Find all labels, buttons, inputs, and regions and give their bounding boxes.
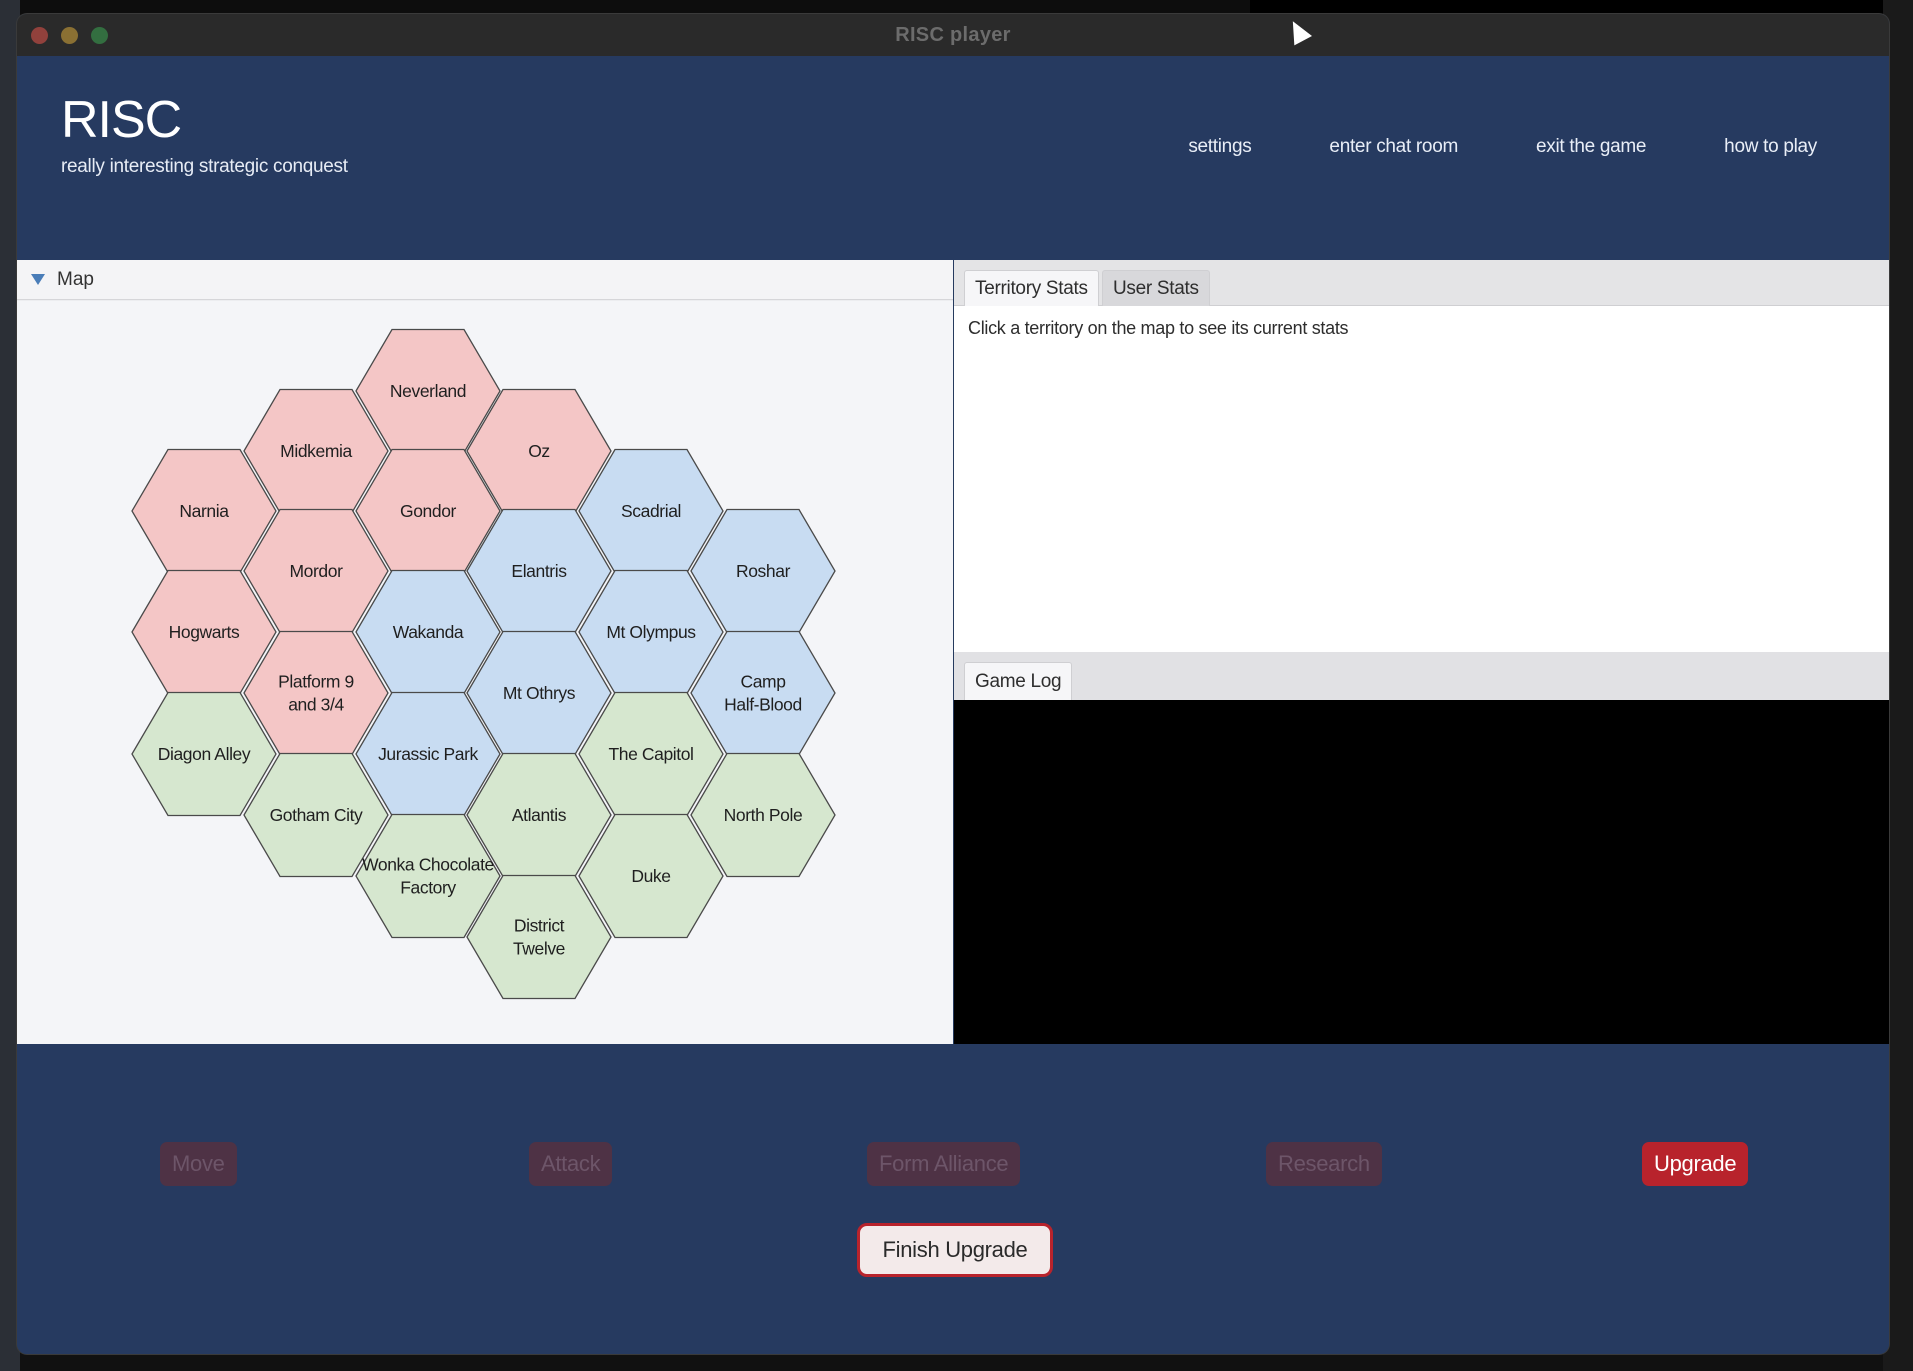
window-title: RISC player — [895, 23, 1011, 46]
territory-label: Wakanda — [393, 622, 464, 642]
territory-label: Jurassic Park — [378, 744, 478, 764]
territory-label: Diagon Alley — [158, 744, 251, 764]
action-bar: Move Attack Form Alliance Research Upgra… — [17, 1044, 1889, 1354]
minimize-window-button[interactable] — [61, 27, 78, 44]
game-log-panel: Game Log — [954, 652, 1889, 1044]
territory-label: Duke — [631, 866, 670, 886]
attack-button[interactable]: Attack — [529, 1142, 613, 1186]
game-log-content — [954, 700, 1889, 1044]
exit-game-link[interactable]: exit the game — [1536, 136, 1646, 158]
tab-game-log[interactable]: Game Log — [964, 662, 1073, 700]
form-alliance-button[interactable]: Form Alliance — [867, 1142, 1021, 1186]
enter-chat-room-link[interactable]: enter chat room — [1329, 136, 1458, 158]
hex-map-svg: Neverland Midkemia Oz Narnia Gondor Scadrial M… — [131, 328, 836, 1000]
app-window: RISC player RISC really interesting stra… — [17, 14, 1889, 1354]
territory-label: Mordor — [289, 561, 343, 581]
territory-label: Roshar — [736, 561, 791, 581]
move-button[interactable]: Move — [160, 1142, 237, 1186]
title-bar: RISC player — [17, 14, 1889, 56]
stats-tabs: Territory Stats User Stats — [954, 260, 1889, 306]
zoom-window-button[interactable] — [91, 27, 108, 44]
finish-upgrade-button[interactable]: Finish Upgrade — [857, 1223, 1053, 1277]
window-controls — [31, 27, 108, 44]
territory-stats-content: Click a territory on the map to see its … — [954, 306, 1889, 652]
tab-territory-stats[interactable]: Territory Stats — [964, 270, 1099, 306]
territory-label: Midkemia — [280, 441, 352, 461]
collapse-triangle-icon[interactable] — [31, 274, 45, 285]
territory-label: Gondor — [400, 501, 457, 521]
territory-label: Scadrial — [621, 501, 681, 521]
map-panel: Map Neverland Midkemia Oz Narnia Gondor Scadr… — [17, 260, 953, 1044]
app-subtitle: really interesting strategic conquest — [61, 156, 348, 177]
territory-label: Mt Othrys — [503, 683, 576, 703]
desktop-background-right — [1250, 0, 1913, 14]
research-button[interactable]: Research — [1266, 1142, 1382, 1186]
territory-label: Elantris — [511, 561, 567, 581]
how-to-play-link[interactable]: how to play — [1724, 136, 1817, 158]
map-panel-title: Map — [57, 268, 94, 290]
territory-label: Mt Olympus — [606, 622, 696, 642]
territory-label: Oz — [528, 441, 550, 461]
map-panel-header[interactable]: Map — [17, 260, 953, 300]
territory-label: The Capitol — [608, 744, 693, 764]
close-window-button[interactable] — [31, 27, 48, 44]
top-nav: settings enter chat room exit the game h… — [1110, 136, 1817, 158]
app-title: RISC — [61, 91, 182, 149]
territory-label: Gotham City — [270, 805, 363, 825]
territory-label: Atlantis — [512, 805, 567, 825]
game-log-tabs: Game Log — [954, 652, 1889, 700]
territory-label: North Pole — [724, 805, 803, 825]
upgrade-button[interactable]: Upgrade — [1642, 1142, 1749, 1186]
tab-user-stats[interactable]: User Stats — [1102, 270, 1210, 306]
stats-panel: Territory Stats User Stats Click a terri… — [954, 260, 1889, 652]
app-header: RISC really interesting strategic conque… — [17, 56, 1889, 272]
territory-label: Narnia — [179, 501, 229, 521]
hex-map: Neverland Midkemia Oz Narnia Gondor Scadrial M… — [17, 301, 953, 1044]
territory-label: Neverland — [390, 381, 466, 401]
settings-link[interactable]: settings — [1188, 136, 1251, 158]
territory-label: Hogwarts — [169, 622, 240, 642]
